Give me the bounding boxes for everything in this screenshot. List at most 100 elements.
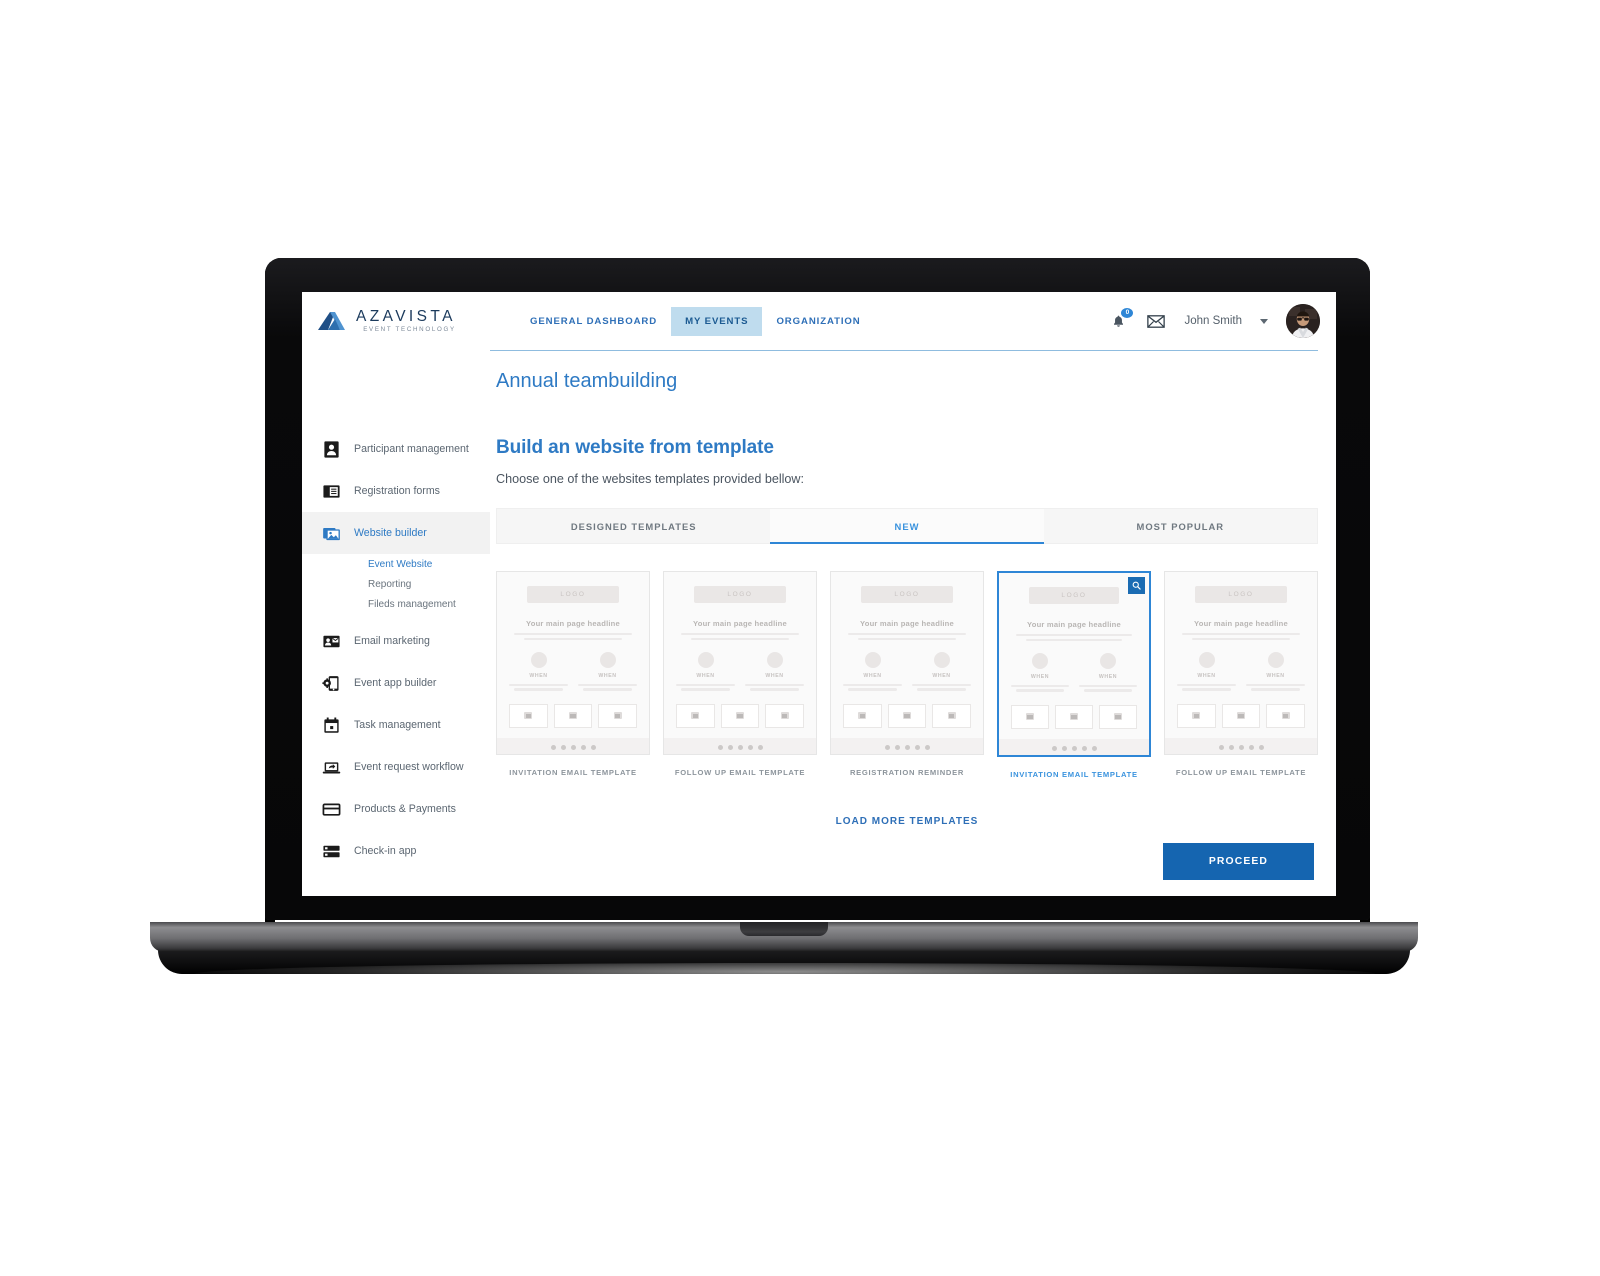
template-footer — [999, 738, 1149, 755]
sidebar-item-website-builder[interactable]: Website builder — [302, 512, 490, 554]
template-card-wrapper: LOGO Your main page headline WHEN — [496, 571, 650, 779]
template-when-label: WHEN — [932, 672, 951, 679]
template-logo-label: LOGO — [894, 591, 920, 598]
template-thumbnail — [720, 703, 760, 728]
sidebar-subitem-event-website[interactable]: Event Website — [302, 554, 490, 574]
messages-button[interactable] — [1146, 311, 1166, 331]
sidebar-item-participant-management[interactable]: Participant management — [302, 428, 490, 470]
sidebar-item-email-marketing[interactable]: Email marketing — [302, 620, 490, 662]
image-placeholder-icon — [613, 712, 622, 720]
template-social-dots — [497, 744, 649, 750]
sidebar-submenu-website-builder: Event Website Reporting Fileds managemen… — [302, 554, 490, 620]
image-placeholder-icon — [780, 712, 789, 720]
template-logo-placeholder: LOGO — [1195, 586, 1287, 603]
template-column: WHEN — [1246, 651, 1305, 693]
sidebar-subitem-fileds-management[interactable]: Fileds management — [302, 594, 490, 614]
image-placeholder-icon — [1192, 712, 1201, 720]
template-thumbnail — [1055, 704, 1093, 729]
template-card[interactable]: LOGO Your main page headline WHEN WHEN — [830, 571, 984, 755]
template-when-label: WHEN — [765, 672, 784, 679]
proceed-button[interactable]: PROCEED — [1162, 843, 1314, 880]
template-card-selected[interactable]: LOGO Your main page headline WHEN WHEN — [997, 571, 1151, 757]
template-columns: WHEN WHEN — [1011, 652, 1137, 694]
load-more-row: LOAD MORE TEMPLATES — [496, 811, 1318, 829]
template-thumbnail — [509, 703, 548, 728]
template-preview-button[interactable] — [1128, 577, 1145, 594]
load-more-templates-link[interactable]: LOAD MORE TEMPLATES — [836, 816, 979, 827]
email-contact-icon — [323, 635, 340, 647]
envelope-icon — [1147, 314, 1166, 328]
template-headline: Your main page headline — [1194, 619, 1288, 628]
template-thumbnail — [1011, 704, 1049, 729]
contact-card-icon — [324, 440, 339, 458]
sidebar-item-label: Products & Payments — [354, 803, 456, 815]
tab-designed-templates[interactable]: DESIGNED TEMPLATES — [497, 509, 770, 543]
template-avatar-placeholder — [1267, 651, 1284, 668]
template-avatar-placeholder — [599, 651, 616, 668]
template-card-wrapper: LOGO Your main page headline WHEN — [663, 571, 817, 779]
nav-item-my-events[interactable]: MY EVENTS — [671, 306, 763, 336]
image-placeholder-icon — [947, 712, 956, 720]
top-bar-right: 0 John Smith — [1108, 304, 1336, 338]
template-headline: Your main page headline — [1027, 620, 1121, 629]
sidebar-item-registration-forms[interactable]: Registration forms — [302, 470, 490, 512]
sidebar-item-products-payments[interactable]: Products & Payments — [302, 788, 490, 830]
template-avatar-placeholder — [933, 651, 950, 668]
template-thumbnail — [553, 703, 593, 728]
template-thumbnails — [509, 703, 638, 728]
nav-item-organization[interactable]: ORGANIZATION — [762, 307, 874, 336]
template-card-label: FOLLOW UP EMAIL TEMPLATE — [674, 768, 806, 777]
template-columns: WHEN WHEN — [676, 651, 804, 693]
laptop-notch — [740, 922, 828, 936]
template-avatar-placeholder — [697, 651, 714, 668]
brand-logo[interactable]: AZAVISTA EVENT TECHNOLOGY — [312, 308, 506, 334]
notification-badge: 0 — [1121, 308, 1134, 318]
template-when-label: WHEN — [1030, 673, 1050, 680]
username-label[interactable]: John Smith — [1184, 315, 1242, 327]
template-when-label: WHEN — [1266, 672, 1285, 679]
tab-most-popular[interactable]: MOST POPULAR — [1044, 509, 1317, 543]
template-section: Build an website from template Choose on… — [490, 393, 1318, 880]
section-subheading: Choose one of the websites templates pro… — [496, 472, 805, 486]
template-card[interactable]: LOGO Your main page headline WHEN WHEN — [663, 571, 817, 755]
section-heading: Build an website from template — [496, 437, 774, 458]
sidebar-item-event-app-builder[interactable]: Event app builder — [302, 662, 490, 704]
calendar-icon — [324, 717, 339, 733]
template-card-label: REGISTRATION REMINDER — [849, 768, 965, 777]
template-footer — [1165, 737, 1317, 754]
template-thumbnail — [843, 703, 882, 728]
nav-item-general-dashboard[interactable]: GENERAL DASHBOARD — [516, 307, 671, 336]
chevron-down-icon[interactable] — [1260, 318, 1268, 324]
template-card[interactable]: LOGO Your main page headline WHEN WHEN — [1164, 571, 1318, 755]
sidebar-subitem-reporting[interactable]: Reporting — [302, 574, 490, 594]
template-card[interactable]: LOGO Your main page headline WHEN WHEN — [496, 571, 650, 755]
template-thumbnails — [1177, 703, 1306, 728]
template-logo-label: LOGO — [1228, 591, 1254, 598]
template-thumbnails — [676, 703, 805, 728]
template-logo-placeholder: LOGO — [527, 586, 619, 603]
template-social-dots — [831, 744, 983, 750]
template-when-label: WHEN — [1098, 673, 1118, 680]
sidebar-item-task-management[interactable]: Task management — [302, 704, 490, 746]
template-column: WHEN — [912, 651, 971, 693]
template-when-label: WHEN — [1197, 672, 1216, 679]
template-avatar-placeholder — [530, 651, 547, 668]
template-logo-placeholder: LOGO — [694, 586, 786, 603]
sidebar-item-event-request-workflow[interactable]: Event request workflow — [302, 746, 490, 788]
template-thumbnail — [1221, 703, 1261, 728]
phone-gear-icon — [322, 675, 339, 691]
checkin-device-icon — [323, 845, 340, 857]
notifications-button[interactable]: 0 — [1108, 308, 1134, 331]
template-body-lines — [677, 633, 803, 640]
template-card-wrapper: LOGO Your main page headline WHEN — [1164, 571, 1318, 779]
image-placeholder-icon — [1026, 713, 1034, 721]
image-placeholder-icon — [1237, 712, 1245, 720]
sidebar-item-check-in-app[interactable]: Check-in app — [302, 830, 490, 872]
template-column: WHEN — [1177, 651, 1236, 693]
template-column: WHEN — [843, 651, 902, 693]
template-thumbnails — [843, 703, 972, 728]
template-thumbnail — [887, 703, 927, 728]
avatar[interactable] — [1286, 304, 1320, 338]
tab-new[interactable]: NEW — [770, 509, 1044, 544]
main-content: Annual teambuilding Build an website fro… — [490, 350, 1336, 896]
